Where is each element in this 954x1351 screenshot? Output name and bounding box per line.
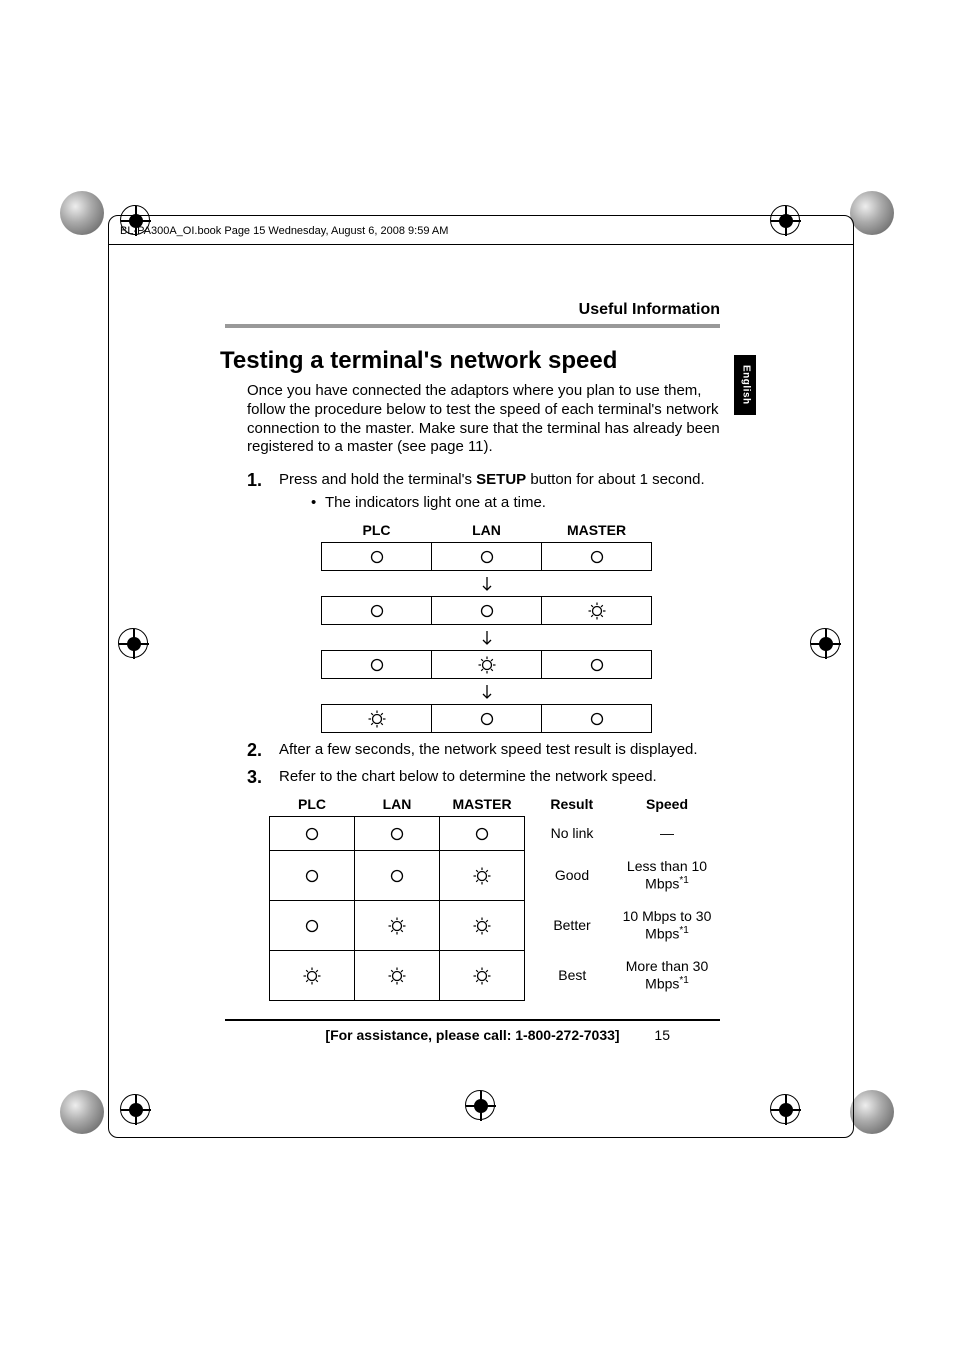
indicator-off-icon [388,867,406,885]
indicator-off-icon [368,656,386,674]
page-title: Testing a terminal's network speed [220,346,720,376]
t2-header-plc: PLC [270,793,355,817]
t2-header-master: MASTER [440,793,525,817]
indicator-sequence-table: PLC LAN MASTER [321,519,652,734]
indicator-on-icon [388,967,406,985]
speed-cell: More than 30 Mbps*1 [620,951,715,1001]
intro-paragraph: Once you have connected the adaptors whe… [247,382,720,457]
step-number: 3. [247,766,262,789]
arrow-down-icon [478,683,496,701]
indicator-on-icon [588,602,606,620]
indicator-off-icon [478,602,496,620]
step-1-bullet-text: The indicators light one at a time. [325,494,546,511]
step-1-bold: SETUP [476,471,526,488]
step-number: 1. [247,469,262,492]
step-1-text-pre: Press and hold the terminal's [279,471,476,488]
step-1-text-post: button for about 1 second. [526,471,704,488]
result-cell: Best [525,951,620,1001]
table-row: Better 10 Mbps to 30 Mbps*1 [270,901,715,951]
footnote-ref: *1 [679,875,688,886]
indicator-off-icon [588,710,606,728]
footnote-ref: *1 [679,975,688,986]
indicator-on-icon [368,710,386,728]
table-row: Good Less than 10 Mbps*1 [270,851,715,901]
footnote-ref: *1 [679,925,688,936]
indicator-off-icon [478,710,496,728]
book-meta-rule [108,244,854,245]
speed-result-table: PLC LAN MASTER Result Speed No link — [269,793,715,1002]
indicator-on-icon [388,917,406,935]
result-cell: No link [525,817,620,851]
t2-header-speed: Speed [620,793,715,817]
step-1-bullet: •The indicators light one at a time. [311,494,720,513]
speed-cell: — [620,817,715,851]
page-content: Useful Information Testing a terminal's … [225,300,720,1045]
step-number: 2. [247,739,262,762]
t1-header-master: MASTER [542,519,652,543]
t1-header-lan: LAN [432,519,542,543]
table-row [322,651,652,679]
table-row [322,705,652,733]
indicator-off-icon [303,825,321,843]
indicator-on-icon [473,867,491,885]
result-cell: Better [525,901,620,951]
language-tab: English [734,355,756,415]
bullet-icon: • [311,494,325,513]
indicator-off-icon [303,917,321,935]
t1-header-plc: PLC [322,519,432,543]
table-row [322,543,652,571]
indicator-off-icon [478,548,496,566]
step-2: 2. After a few seconds, the network spee… [247,741,720,760]
steps-list: 1. Press and hold the terminal's SETUP b… [247,471,720,1001]
step-1: 1. Press and hold the terminal's SETUP b… [247,471,720,733]
indicator-on-icon [478,656,496,674]
book-meta: BL-PA300A_OI.book Page 15 Wednesday, Aug… [120,225,448,237]
arrow-down-icon [478,575,496,593]
speed-cell: 10 Mbps to 30 Mbps*1 [620,901,715,951]
indicator-off-icon [588,548,606,566]
table-row: Best More than 30 Mbps*1 [270,951,715,1001]
table-row [322,597,652,625]
t2-header-lan: LAN [355,793,440,817]
page-number: 15 [654,1027,670,1045]
indicator-on-icon [303,967,321,985]
section-header: Useful Information [225,300,720,320]
page-footer: [For assistance, please call: 1-800-272-… [225,1019,720,1045]
indicator-off-icon [368,602,386,620]
table-row: No link — [270,817,715,851]
section-rule [225,324,720,328]
speed-cell: Less than 10 Mbps*1 [620,851,715,901]
result-cell: Good [525,851,620,901]
indicator-off-icon [303,867,321,885]
footer-assist: [For assistance, please call: 1-800-272-… [325,1027,619,1045]
step-2-text: After a few seconds, the network speed t… [279,741,698,758]
indicator-off-icon [368,548,386,566]
step-3: 3. Refer to the chart below to determine… [247,768,720,1001]
t2-header-result: Result [525,793,620,817]
indicator-off-icon [388,825,406,843]
indicator-on-icon [473,967,491,985]
indicator-on-icon [473,917,491,935]
indicator-off-icon [473,825,491,843]
arrow-down-icon [478,629,496,647]
step-3-text: Refer to the chart below to determine th… [279,768,657,785]
indicator-off-icon [588,656,606,674]
